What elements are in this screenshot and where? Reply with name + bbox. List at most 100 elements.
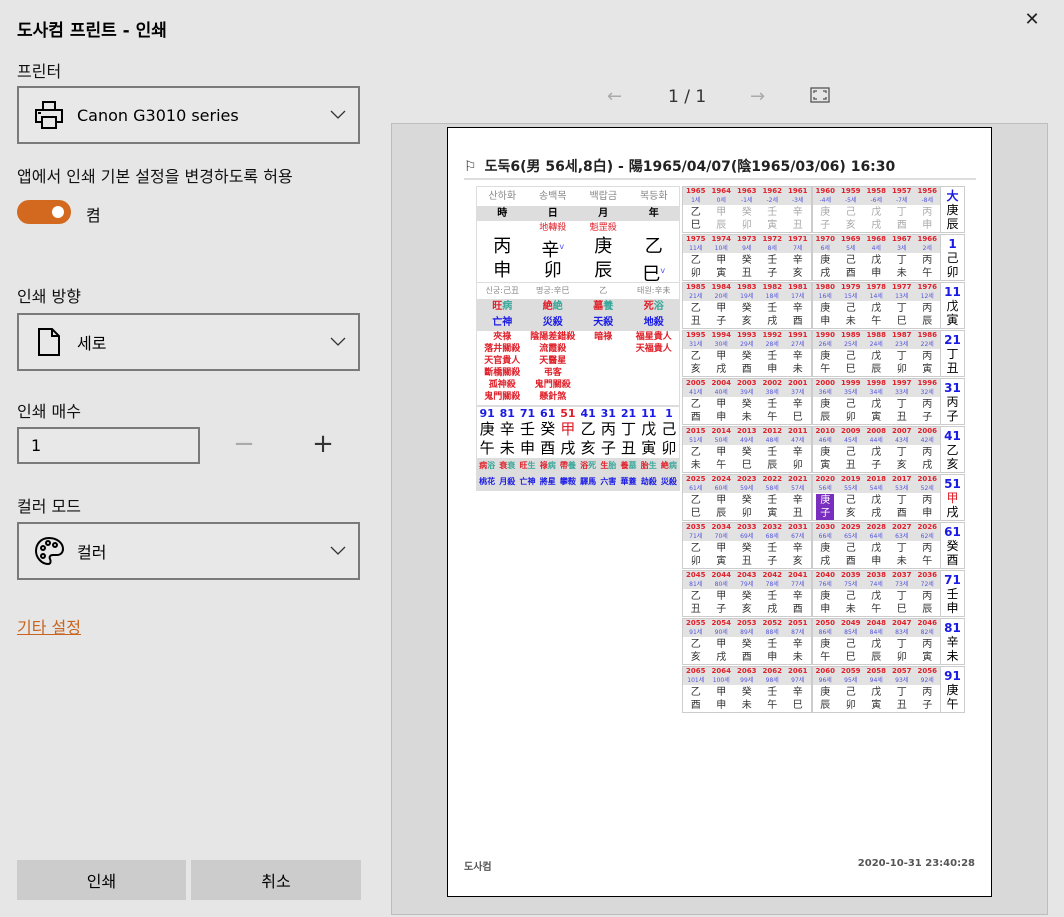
year-header: 2057 93세: [889, 667, 915, 685]
decrement-button[interactable]: −: [229, 430, 259, 460]
year-cell: 2015 51세 乙 未: [683, 427, 709, 472]
age-label: 9세: [742, 245, 752, 252]
year-label: 1992: [762, 331, 782, 339]
yearly-cells: 1975 11세 乙 卯 1974 10세 甲 寅 1973 9세 癸 丑 1972 8세 壬 子 19…: [683, 235, 940, 280]
year-pillar: 丁 亥: [896, 447, 907, 471]
yearly-row: 2045 81세 乙 丑 2044 80세 甲 子 2043 79세 癸 亥 2042 78세 壬 戌…: [682, 570, 965, 617]
printer-select[interactable]: Canon G3010 series: [17, 86, 360, 144]
year-pillar: 丁 卯: [896, 351, 907, 375]
twelve-sinsal: 天殺: [593, 317, 614, 328]
year-label: 1989: [841, 331, 861, 339]
year-pillar: 己 未: [845, 303, 856, 327]
year-header: 1982 18세: [759, 283, 785, 301]
year-pillar: 丁 未: [896, 543, 907, 567]
close-button[interactable]: ✕: [1020, 8, 1044, 32]
orientation-select[interactable]: 세로: [17, 313, 360, 371]
age-label: 90세: [714, 629, 728, 636]
year-cell: 2038 74세 戊 午: [863, 571, 889, 616]
year-label: 1978: [866, 283, 886, 291]
daeun-col: 61 癸酉: [538, 407, 558, 458]
year-label: 2038: [866, 571, 886, 579]
palace-info: 명궁:辛巳: [536, 286, 570, 295]
year-header: 2021 57세: [785, 475, 811, 493]
year-label: 2013: [737, 427, 757, 435]
year-label: 2020: [815, 475, 835, 483]
year-pillar: 乙 卯: [690, 255, 701, 279]
year-label: 1988: [866, 331, 886, 339]
year-header: 1976 12세: [914, 283, 940, 301]
prev-page-button[interactable]: ←: [607, 86, 622, 107]
next-page-button[interactable]: →: [750, 86, 765, 107]
year-header: 1980 16세: [812, 283, 838, 301]
year-header: 2039 75세: [838, 571, 864, 589]
daeun-stem: 己: [661, 420, 677, 438]
year-label: 2060: [815, 667, 835, 675]
year-label: 2034: [711, 523, 731, 531]
copies-input[interactable]: 1: [17, 427, 200, 464]
year-pillar: 庚 午: [820, 639, 831, 663]
daeun-stem: 丁: [621, 420, 637, 438]
print-button[interactable]: 인쇄: [17, 860, 186, 900]
pillar-header: 時: [497, 208, 508, 219]
age-label: 86세: [818, 629, 832, 636]
year-label: 2050: [815, 619, 835, 627]
yearly-cells: 2005 41세 乙 酉 2004 40세 甲 申 2003 39세 癸 未 2002 38세 壬 午…: [683, 379, 940, 424]
age-label: -3세: [791, 197, 804, 204]
year-header: 2006 42세: [914, 427, 940, 445]
year-header: 2040 76세: [812, 571, 838, 589]
extra-sinsal-col: 陰陽差錯殺 流霞殺 天醫星 弔客 鬼門關殺 懸針煞: [528, 331, 579, 405]
year-label: 2062: [762, 667, 782, 675]
year-pillar: 甲 辰: [716, 207, 727, 231]
year-cell: 2047 83세 丁 卯: [889, 619, 915, 664]
year-cell: 1963 -1세 癸 卯: [734, 187, 760, 232]
age-label: 85세: [844, 629, 858, 636]
yearly-cells: 1995 31세 乙 亥 1994 30세 甲 戌 1993 29세 癸 酉 1992 28세 壬 申…: [683, 331, 940, 376]
year-pillar: 乙 巳: [690, 495, 701, 519]
year-cell: 1961 -3세 辛 丑: [785, 187, 811, 232]
year-pillar: 甲 寅: [716, 543, 727, 567]
daeun-sinsal: 月殺: [499, 477, 516, 486]
page-indicator: 1 / 1: [668, 87, 707, 107]
printer-icon: [33, 99, 65, 131]
year-label: 2064: [711, 667, 731, 675]
twelve-unseong: 墓養: [578, 299, 629, 315]
year-pillar: 癸 卯: [741, 207, 752, 231]
daeun-cell: 61 癸酉: [940, 523, 964, 568]
year-label: 2003: [737, 379, 757, 387]
year-cell: 2035 71세 乙 卯: [683, 523, 709, 568]
color-mode-select[interactable]: 컬러: [17, 522, 360, 580]
year-header: 2009 45세: [838, 427, 864, 445]
daeun-age: 91: [944, 669, 961, 683]
year-label: 2002: [762, 379, 782, 387]
twelve-unseong: 死浴: [629, 299, 680, 315]
year-header: 2035 71세: [683, 523, 709, 541]
unseong-a: 胎: [640, 461, 649, 470]
chart-title: 도둑6(男 56세,8白) - 陽1965/04/07(陰1965/03/06)…: [484, 159, 896, 175]
age-label: 17세: [791, 293, 805, 300]
year-pillar: 丁 巳: [896, 303, 907, 327]
allow-settings-toggle[interactable]: [17, 200, 71, 224]
year-pillar: 己 丑: [845, 447, 856, 471]
increment-button[interactable]: +: [308, 430, 338, 460]
year-cell: 2027 63세 丁 未: [889, 523, 915, 568]
daeun-sinsal: 災殺: [660, 477, 677, 486]
cancel-button[interactable]: 취소: [191, 860, 361, 900]
printer-label: 프린터: [17, 62, 62, 81]
age-label: 47세: [791, 437, 805, 444]
daeun-stem: 乙: [946, 443, 959, 457]
more-settings-link[interactable]: 기타 설정: [17, 614, 81, 638]
mark: v: [559, 242, 565, 251]
age-label: 80세: [714, 581, 728, 588]
daeun-age: 41: [580, 407, 596, 420]
year-header: 2003 39세: [734, 379, 760, 397]
mark: v: [660, 266, 666, 275]
year-label: 1976: [917, 283, 937, 291]
unseong-b: 病: [547, 461, 556, 470]
fullscreen-icon[interactable]: [810, 87, 830, 103]
year-header: 1957 -7세: [889, 187, 915, 205]
unseong-a: 祿: [539, 461, 548, 470]
age-label: 35세: [844, 389, 858, 396]
toggle-knob: [52, 206, 64, 218]
year-pillar: 戊 戌: [871, 495, 882, 519]
year-label: 2046: [917, 619, 937, 627]
